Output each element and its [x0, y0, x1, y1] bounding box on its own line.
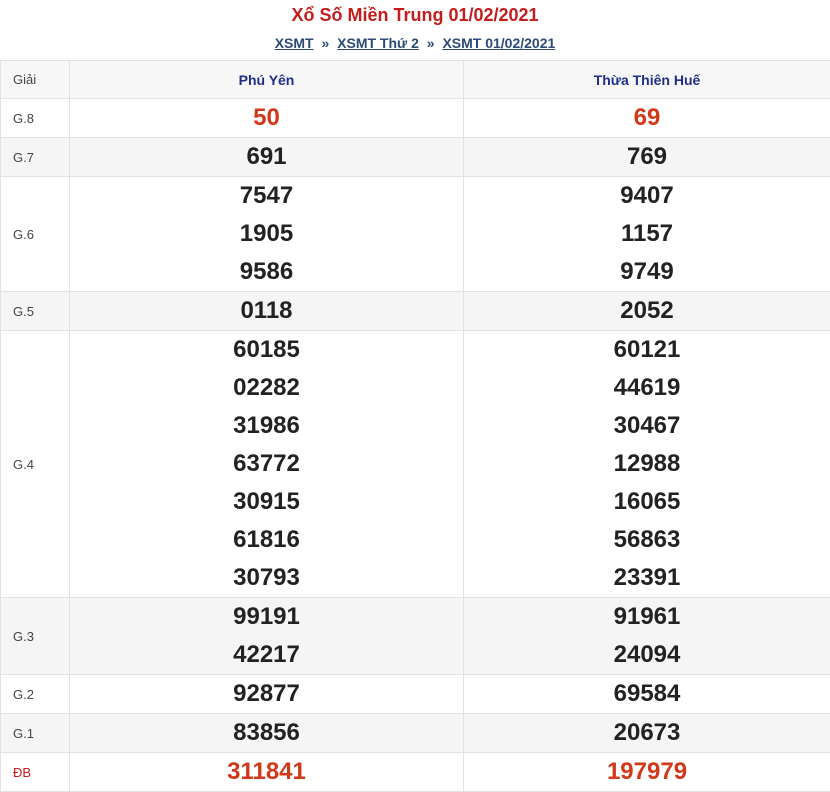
result-cell: 691 [70, 138, 464, 177]
result-number: 9749 [464, 253, 830, 291]
result-number: 23391 [464, 559, 830, 597]
result-number: 63772 [70, 445, 463, 483]
prize-label: G.8 [1, 99, 70, 138]
page-title: Xổ Số Miền Trung 01/02/2021 [0, 0, 830, 26]
result-number: 91961 [464, 598, 830, 636]
result-number: 2052 [464, 292, 830, 330]
result-number: 99191 [70, 598, 463, 636]
result-cell: 197979 [464, 753, 830, 792]
prize-label: G.5 [1, 292, 70, 331]
result-cell: 69584 [464, 675, 830, 714]
result-cell: 769 [464, 138, 830, 177]
result-number: 60185 [70, 331, 463, 369]
prize-label: G.2 [1, 675, 70, 714]
prize-row-g5: G.5 0118 2052 [1, 292, 830, 331]
result-number: 20673 [464, 714, 830, 752]
page-header: Xổ Số Miền Trung 01/02/2021 XSMT » XSMT … [0, 0, 830, 60]
table-header-row: Giải Phú Yên Thừa Thiên Huế [1, 61, 830, 99]
result-cell: 9407 1157 9749 [464, 177, 830, 292]
result-number: 769 [464, 138, 830, 176]
prize-row-g4: G.4 60185 02282 31986 63772 30915 61816 … [1, 331, 830, 598]
prize-column-header: Giải [1, 61, 70, 99]
result-number: 12988 [464, 445, 830, 483]
prize-row-g7: G.7 691 769 [1, 138, 830, 177]
result-number: 30915 [70, 483, 463, 521]
result-number: 16065 [464, 483, 830, 521]
result-number: 1157 [464, 215, 830, 253]
result-cell: 99191 42217 [70, 598, 464, 675]
result-cell: 60121 44619 30467 12988 16065 56863 2339… [464, 331, 830, 598]
result-number: 9407 [464, 177, 830, 215]
prize-row-special: ĐB 311841 197979 [1, 753, 830, 792]
result-number: 7547 [70, 177, 463, 215]
result-cell: 60185 02282 31986 63772 30915 61816 3079… [70, 331, 464, 598]
result-cell: 83856 [70, 714, 464, 753]
result-cell: 311841 [70, 753, 464, 792]
breadcrumb: XSMT » XSMT Thứ 2 » XSMT 01/02/2021 [0, 34, 830, 52]
prize-label: G.1 [1, 714, 70, 753]
prize-row-g1: G.1 83856 20673 [1, 714, 830, 753]
result-number: 56863 [464, 521, 830, 559]
result-number: 92877 [70, 675, 463, 713]
result-number: 1905 [70, 215, 463, 253]
result-number: 61816 [70, 521, 463, 559]
result-number: 0118 [70, 292, 463, 330]
prize-label: G.4 [1, 331, 70, 598]
result-number: 31986 [70, 407, 463, 445]
prize-label: G.7 [1, 138, 70, 177]
result-cell: 0118 [70, 292, 464, 331]
result-number: 69584 [464, 675, 830, 713]
result-cell: 20673 [464, 714, 830, 753]
result-number: 30467 [464, 407, 830, 445]
prize-row-g8: G.8 50 69 [1, 99, 830, 138]
results-table: Giải Phú Yên Thừa Thiên Huế G.8 50 69 G.… [0, 60, 830, 792]
result-number: 9586 [70, 253, 463, 291]
result-cell: 7547 1905 9586 [70, 177, 464, 292]
special-prize-number: 197979 [464, 753, 830, 791]
result-number: 60121 [464, 331, 830, 369]
result-number: 30793 [70, 559, 463, 597]
result-cell: 91961 24094 [464, 598, 830, 675]
breadcrumb-link-xsmt-thu-2[interactable]: XSMT Thứ 2 [337, 35, 419, 51]
result-cell: 50 [70, 99, 464, 138]
breadcrumb-separator: » [427, 35, 435, 51]
result-number: 42217 [70, 636, 463, 674]
prize-label: G.3 [1, 598, 70, 675]
prize-label: ĐB [1, 753, 70, 792]
result-number: 69 [464, 99, 830, 137]
breadcrumb-separator: » [321, 35, 329, 51]
result-number: 691 [70, 138, 463, 176]
result-cell: 2052 [464, 292, 830, 331]
prize-row-g3: G.3 99191 42217 91961 24094 [1, 598, 830, 675]
special-prize-number: 311841 [70, 753, 463, 791]
result-number: 50 [70, 99, 463, 137]
result-number: 24094 [464, 636, 830, 674]
result-cell: 69 [464, 99, 830, 138]
province-header-thua-thien-hue: Thừa Thiên Huế [464, 61, 830, 99]
province-header-phu-yen: Phú Yên [70, 61, 464, 99]
result-number: 02282 [70, 369, 463, 407]
prize-row-g2: G.2 92877 69584 [1, 675, 830, 714]
result-number: 44619 [464, 369, 830, 407]
prize-row-g6: G.6 7547 1905 9586 9407 1157 9749 [1, 177, 830, 292]
prize-label: G.6 [1, 177, 70, 292]
result-cell: 92877 [70, 675, 464, 714]
breadcrumb-link-xsmt[interactable]: XSMT [275, 35, 314, 51]
breadcrumb-link-xsmt-date[interactable]: XSMT 01/02/2021 [442, 35, 555, 51]
result-number: 83856 [70, 714, 463, 752]
